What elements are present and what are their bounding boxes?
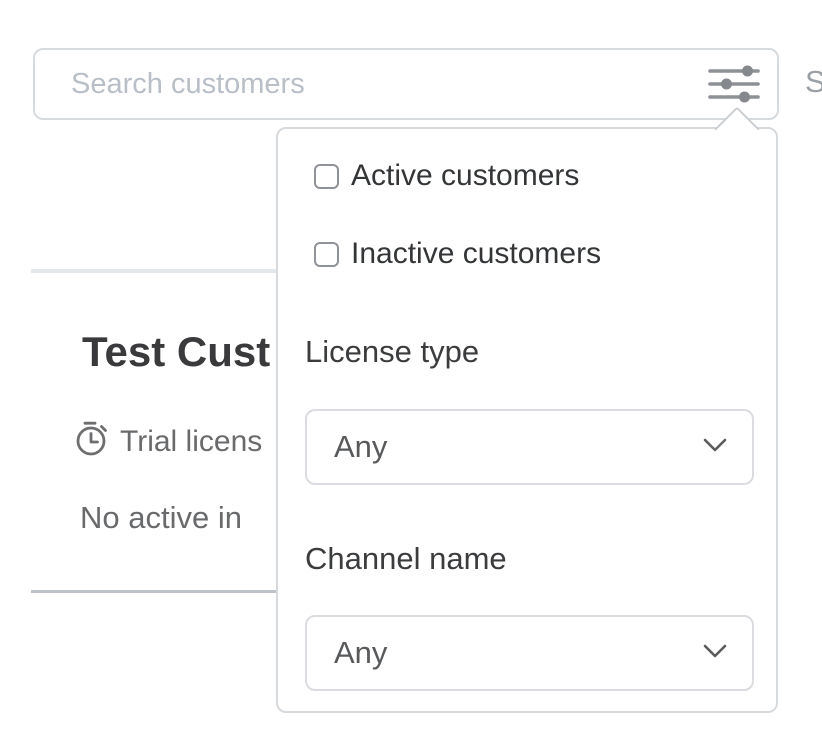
inactive-customers-label: Inactive customers — [351, 237, 601, 271]
active-customers-label: Active customers — [351, 159, 579, 193]
inactive-customers-checkbox[interactable] — [314, 242, 339, 267]
inactive-customers-option[interactable]: Inactive customers — [314, 237, 601, 271]
stopwatch-icon — [74, 420, 110, 464]
active-customers-option[interactable]: Active customers — [314, 159, 579, 193]
channel-name-select-value: Any — [334, 635, 703, 671]
license-type-text: Trial licens — [120, 425, 262, 459]
filter-button[interactable] — [705, 63, 763, 107]
chevron-down-icon — [703, 438, 727, 457]
filter-popover: Active customers Inactive customers Lice… — [276, 127, 778, 713]
search-input[interactable] — [35, 50, 695, 118]
license-type-select-value: Any — [334, 429, 703, 465]
installations-status-text: No active in — [80, 500, 242, 536]
active-customers-checkbox[interactable] — [314, 164, 339, 189]
search-box — [33, 48, 779, 120]
sliders-icon — [708, 64, 760, 107]
chevron-down-icon — [703, 644, 727, 663]
customer-name-heading: Test Cust — [82, 331, 270, 373]
license-type-field-label: License type — [305, 334, 479, 370]
truncated-side-text: S — [805, 64, 822, 100]
channel-name-select[interactable]: Any — [305, 615, 754, 691]
license-info-row: Trial licens — [74, 420, 262, 464]
channel-name-field-label: Channel name — [305, 541, 507, 577]
license-type-select[interactable]: Any — [305, 409, 754, 485]
